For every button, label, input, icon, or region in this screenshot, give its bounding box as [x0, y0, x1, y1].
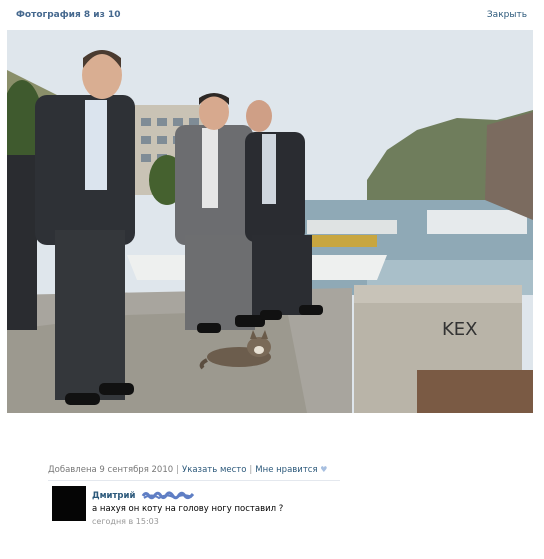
photo-image: KEX — [7, 30, 533, 413]
user-avatar[interactable] — [52, 486, 86, 521]
comment-author[interactable]: Дмитрий — [92, 490, 195, 501]
comment-author-first-name[interactable]: Дмитрий — [92, 491, 135, 501]
comment-text: а нахуя он коту на голову ногу поставил … — [92, 504, 284, 514]
comments-divider — [48, 480, 340, 481]
heart-icon[interactable]: ♥ — [320, 465, 327, 474]
added-date: Добавлена 9 сентября 2010 — [48, 465, 174, 475]
photo-meta: Добавлена 9 сентября 2010 | Указать место |… — [48, 465, 327, 475]
close-link[interactable]: Закрыть — [487, 10, 527, 20]
like-link[interactable]: Мне нравится — [255, 465, 317, 475]
comment-time: сегодня в 15:03 — [92, 517, 159, 526]
separator: | — [249, 465, 253, 475]
separator: | — [176, 465, 180, 475]
photo[interactable]: KEX — [7, 30, 533, 413]
comment-item: Дмитрий а нахуя он коту на голову ногу п… — [52, 486, 352, 526]
graffiti-text: KEX — [442, 319, 478, 340]
photo-counter: Фотография 8 из 10 — [16, 10, 121, 20]
photo-viewer-header: Фотография 8 из 10 Закрыть — [0, 0, 544, 30]
censored-surname-scribble — [142, 491, 195, 500]
add-location-link[interactable]: Указать место — [182, 465, 246, 475]
